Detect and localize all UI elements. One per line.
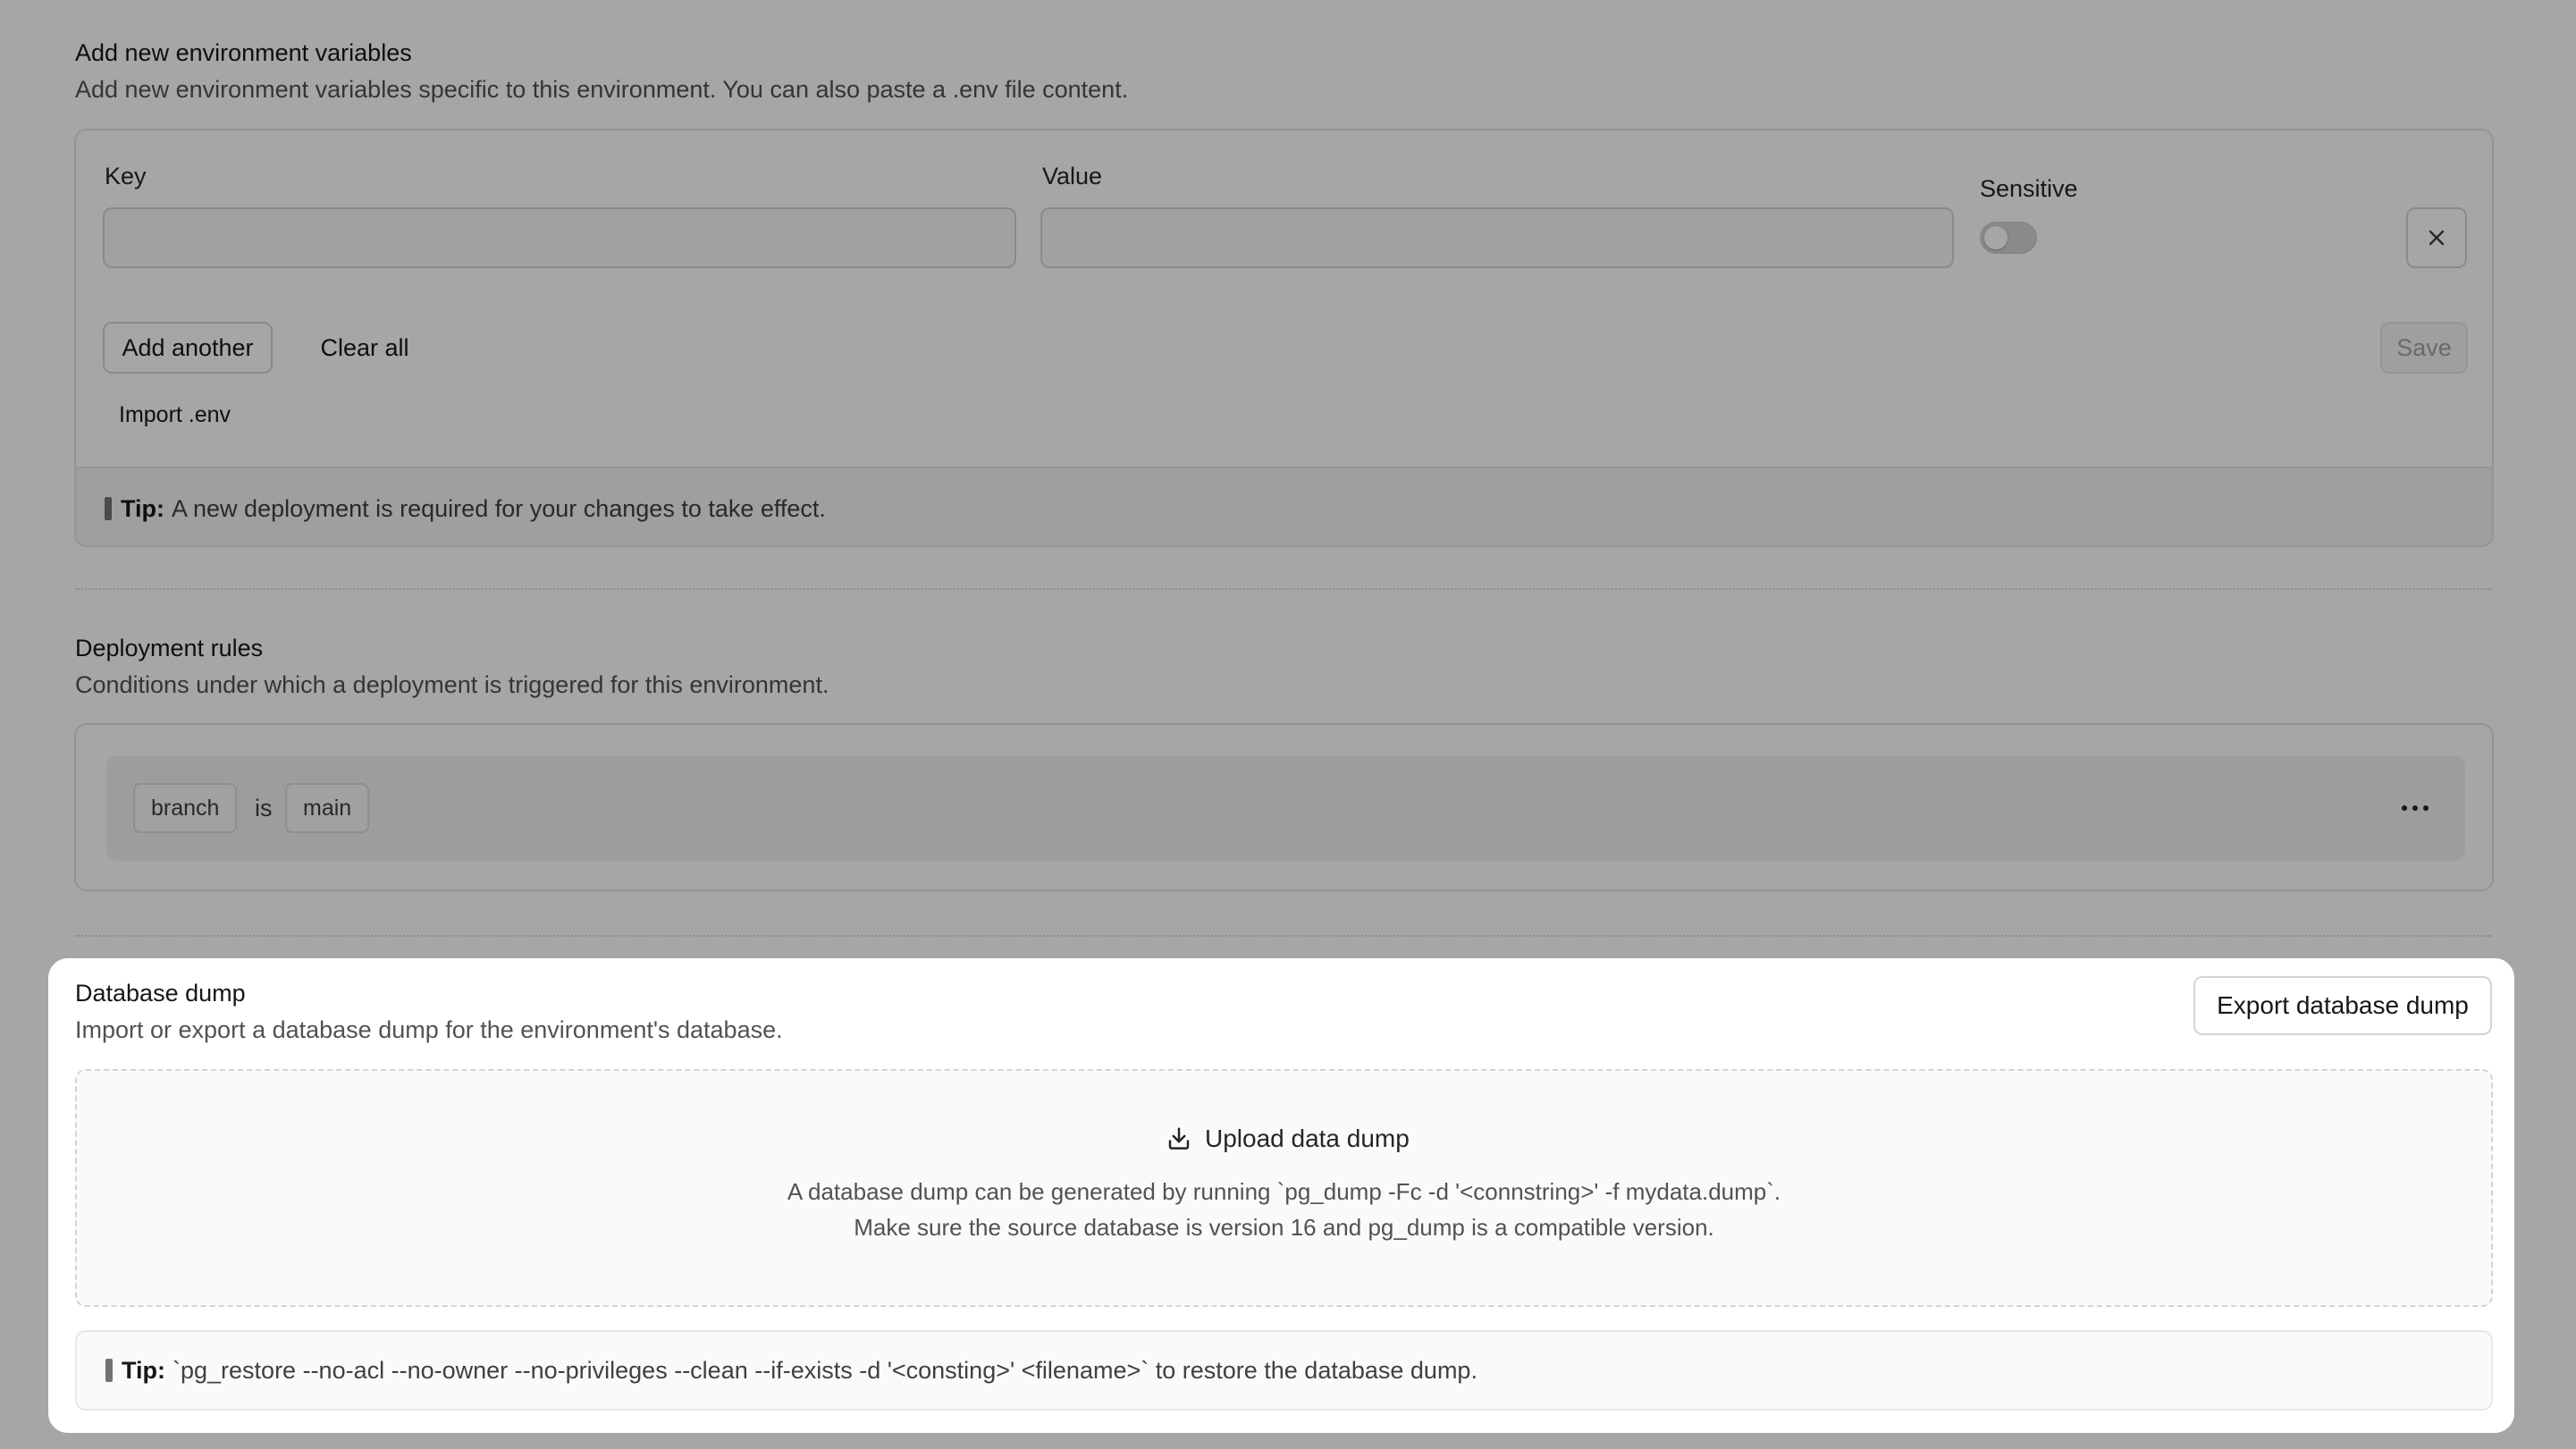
database-dump-tip: Tip: `pg_restore --no-acl --no-owner --n… [75, 1330, 2493, 1411]
database-dump-description: Import or export a database dump for the… [75, 1016, 783, 1043]
upload-data-dump-button[interactable]: Upload data dump [1166, 1125, 1410, 1153]
database-dump-title: Database dump [75, 980, 246, 1007]
database-dump-panel: Database dump Import or export a databas… [48, 958, 2514, 1433]
upload-hint-line-1: A database dump can be generated by runn… [787, 1178, 1781, 1205]
download-tray-icon [1168, 1127, 1190, 1150]
upload-dropzone[interactable]: Upload data dump A database dump can be … [75, 1069, 2493, 1307]
tip-text: `pg_restore --no-acl --no-owner --no-pri… [173, 1356, 1477, 1384]
export-database-dump-button[interactable]: Export database dump [2193, 976, 2492, 1035]
page: Add new environment variables Add new en… [0, 0, 2576, 1449]
tip-accent-bar [105, 1359, 113, 1382]
tip-label: Tip: [122, 1356, 165, 1384]
upload-label: Upload data dump [1205, 1125, 1410, 1152]
upload-hint-line-2: Make sure the source database is version… [854, 1214, 1714, 1241]
